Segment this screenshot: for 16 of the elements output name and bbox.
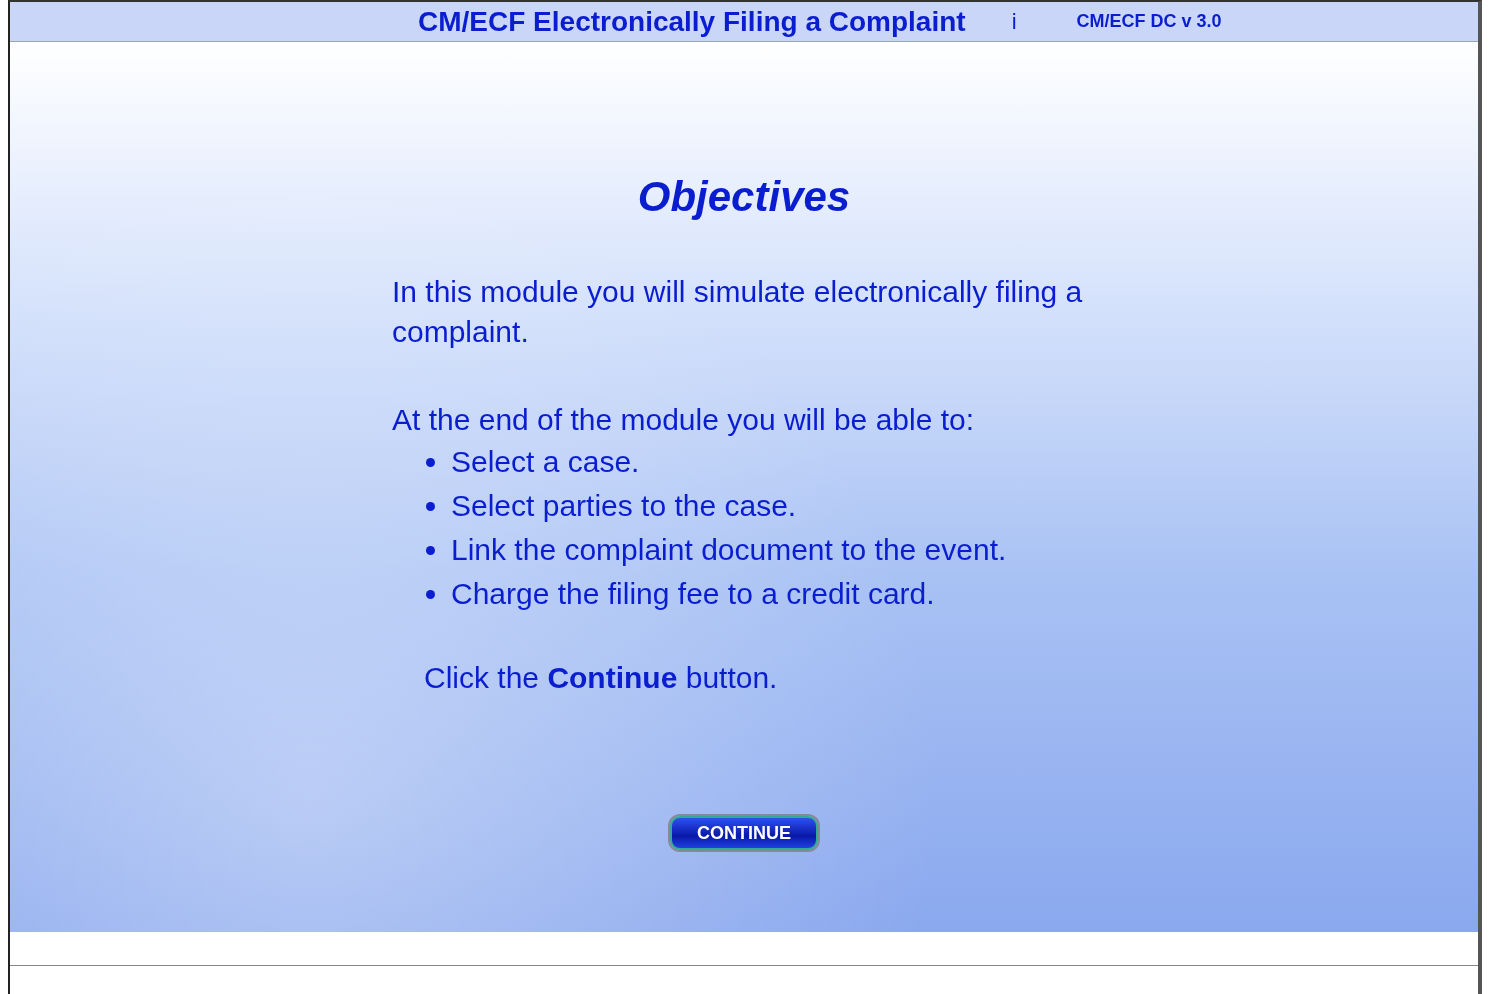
bullet-icon xyxy=(426,457,435,467)
objective-item: Select a case. xyxy=(451,444,640,481)
page-title: CM/ECF Electronically Filing a Complaint xyxy=(418,4,966,39)
objectives-heading: Objectives xyxy=(636,172,852,222)
instruction-text: Click the Continue button. xyxy=(424,660,779,697)
intro-text: In this module you will simulate electronically filing a complaint. xyxy=(392,274,1084,351)
lead-in-text: At the end of the module you will be able to: xyxy=(392,402,976,439)
version-label: CM/ECF DC v 3.0 xyxy=(1076,10,1222,33)
info-link[interactable]: i xyxy=(1011,5,1017,38)
bullet-icon xyxy=(426,501,435,511)
objective-item: Charge the filing fee to a credit card. xyxy=(451,576,935,613)
continue-button[interactable]: CONTINUE xyxy=(670,816,818,851)
objective-item: Link the complaint document to the event. xyxy=(451,532,1007,569)
bullet-icon xyxy=(426,545,435,555)
bullet-icon xyxy=(426,589,435,599)
objective-item: Select parties to the case. xyxy=(451,488,797,525)
